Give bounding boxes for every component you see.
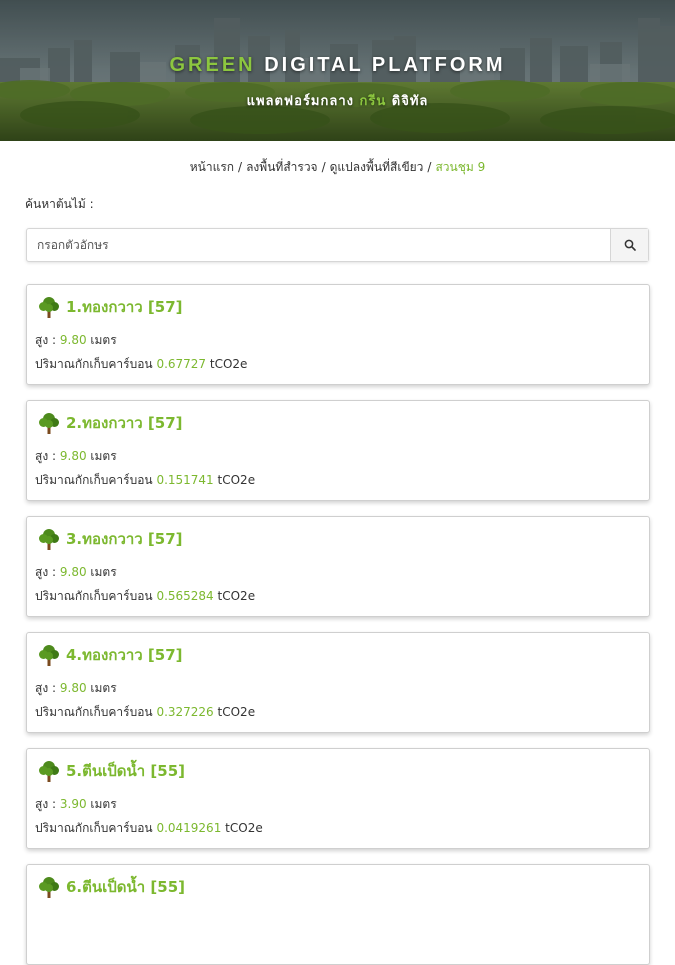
height-label: สูง : <box>35 449 57 463</box>
tree-height-line: สูง : 9.80 เมตร <box>35 447 117 466</box>
tree-card-title: 5.ตีนเป็ดน้ำ [55] <box>37 759 185 783</box>
height-unit: เมตร <box>90 333 117 347</box>
carbon-label: ปริมาณกักเก็บคาร์บอน <box>35 589 153 603</box>
tree-name: 1.ทองกวาว [57] <box>66 298 183 316</box>
tree-name: 4.ทองกวาว [57] <box>66 646 183 664</box>
carbon-label: ปริมาณกักเก็บคาร์บอน <box>35 705 153 719</box>
tree-height-value: 9.80 <box>59 333 87 347</box>
tree-carbon-value: 0.67727 <box>156 357 207 371</box>
tree-name: 2.ทองกวาว [57] <box>66 414 183 432</box>
subtitle-pre: แพลตฟอร์มกลาง <box>246 94 354 109</box>
tree-carbon-line: ปริมาณกักเก็บคาร์บอน 0.565284 tCO2e <box>35 587 255 606</box>
search-box <box>26 228 649 262</box>
tree-card[interactable]: 3.ทองกวาว [57] สูง : 9.80 เมตร ปริมาณกัก… <box>26 516 650 617</box>
breadcrumb-current: สวนชุม 9 <box>435 160 486 174</box>
tree-icon <box>39 413 59 434</box>
height-unit: เมตร <box>90 681 117 695</box>
tree-carbon-line: ปริมาณกักเก็บคาร์บอน 0.327226 tCO2e <box>35 703 255 722</box>
height-unit: เมตร <box>90 449 117 463</box>
tree-icon <box>39 529 59 550</box>
tree-card[interactable]: 6.ตีนเป็ดน้ำ [55] <box>26 864 650 965</box>
tree-card-title: 2.ทองกวาว [57] <box>37 411 183 435</box>
tree-height-value: 3.90 <box>59 797 87 811</box>
height-label: สูง : <box>35 565 57 579</box>
breadcrumb-survey[interactable]: ลงพื้นที่สำรวจ <box>246 160 318 174</box>
tree-card-title: 4.ทองกวาว [57] <box>37 643 183 667</box>
tree-carbon-value: 0.151741 <box>156 473 214 487</box>
carbon-unit: tCO2e <box>217 473 256 487</box>
breadcrumb-separator: / <box>321 160 326 174</box>
tree-icon <box>39 645 59 666</box>
tree-carbon-line: ปริมาณกักเก็บคาร์บอน 0.67727 tCO2e <box>35 355 247 374</box>
tree-height-line: สูง : 9.80 เมตร <box>35 331 117 350</box>
carbon-label: ปริมาณกักเก็บคาร์บอน <box>35 357 153 371</box>
tree-height-line: สูง : 3.90 เมตร <box>35 795 117 814</box>
subtitle-green: กรีน <box>359 94 387 109</box>
tree-card-title: 6.ตีนเป็ดน้ำ [55] <box>37 875 185 899</box>
carbon-label: ปริมาณกักเก็บคาร์บอน <box>35 473 153 487</box>
tree-card[interactable]: 4.ทองกวาว [57] สูง : 9.80 เมตร ปริมาณกัก… <box>26 632 650 733</box>
breadcrumb-home[interactable]: หน้าแรก <box>190 160 234 174</box>
height-label: สูง : <box>35 797 57 811</box>
tree-card[interactable]: 1.ทองกวาว [57] สูง : 9.80 เมตร ปริมาณกัก… <box>26 284 650 385</box>
tree-carbon-line: ปริมาณกักเก็บคาร์บอน 0.151741 tCO2e <box>35 471 255 490</box>
height-label: สูง : <box>35 681 57 695</box>
tree-carbon-value: 0.565284 <box>156 589 214 603</box>
search-button[interactable] <box>610 229 648 261</box>
breadcrumb-separator: / <box>427 160 432 174</box>
tree-card-title: 1.ทองกวาว [57] <box>37 295 183 319</box>
tree-carbon-line: ปริมาณกักเก็บคาร์บอน 0.0419261 tCO2e <box>35 819 263 838</box>
tree-name: 3.ทองกวาว [57] <box>66 530 183 548</box>
platform-subtitle: แพลตฟอร์มกลาง กรีน ดิจิทัล <box>0 90 675 111</box>
search-label: ค้นหาต้นไม้ : <box>25 197 94 211</box>
search-input[interactable] <box>27 229 612 261</box>
breadcrumb-green-area[interactable]: ดูแปลงพื้นที่สีเขียว <box>330 160 424 174</box>
height-label: สูง : <box>35 333 57 347</box>
tree-height-line: สูง : 9.80 เมตร <box>35 679 117 698</box>
tree-card-title: 3.ทองกวาว [57] <box>37 527 183 551</box>
height-unit: เมตร <box>90 565 117 579</box>
tree-name: 5.ตีนเป็ดน้ำ [55] <box>66 762 186 780</box>
search-icon <box>624 239 636 251</box>
subtitle-post: ดิจิทัล <box>391 94 429 109</box>
tree-name: 6.ตีนเป็ดน้ำ [55] <box>66 878 186 896</box>
hero-banner: GREEN DIGITAL PLATFORM แพลตฟอร์มกลาง กรี… <box>0 0 675 141</box>
carbon-label: ปริมาณกักเก็บคาร์บอน <box>35 821 153 835</box>
title-green: GREEN <box>169 54 256 76</box>
tree-icon <box>39 297 59 318</box>
breadcrumb-separator: / <box>238 160 243 174</box>
tree-carbon-value: 0.0419261 <box>156 821 222 835</box>
breadcrumb: หน้าแรก / ลงพื้นที่สำรวจ / ดูแปลงพื้นที่สีเข… <box>0 158 675 176</box>
title-rest: DIGITAL PLATFORM <box>264 54 506 76</box>
tree-icon <box>39 761 59 782</box>
carbon-unit: tCO2e <box>217 705 256 719</box>
carbon-unit: tCO2e <box>209 357 248 371</box>
tree-height-value: 9.80 <box>59 565 87 579</box>
tree-card[interactable]: 2.ทองกวาว [57] สูง : 9.80 เมตร ปริมาณกัก… <box>26 400 650 501</box>
tree-card[interactable]: 5.ตีนเป็ดน้ำ [55] สูง : 3.90 เมตร ปริมาณ… <box>26 748 650 849</box>
tree-icon <box>39 877 59 898</box>
tree-height-value: 9.80 <box>59 681 87 695</box>
tree-carbon-value: 0.327226 <box>156 705 214 719</box>
carbon-unit: tCO2e <box>217 589 256 603</box>
platform-title: GREEN DIGITAL PLATFORM <box>0 54 675 77</box>
carbon-unit: tCO2e <box>225 821 263 835</box>
tree-height-line: สูง : 9.80 เมตร <box>35 563 117 582</box>
height-unit: เมตร <box>90 797 117 811</box>
tree-height-value: 9.80 <box>59 449 87 463</box>
